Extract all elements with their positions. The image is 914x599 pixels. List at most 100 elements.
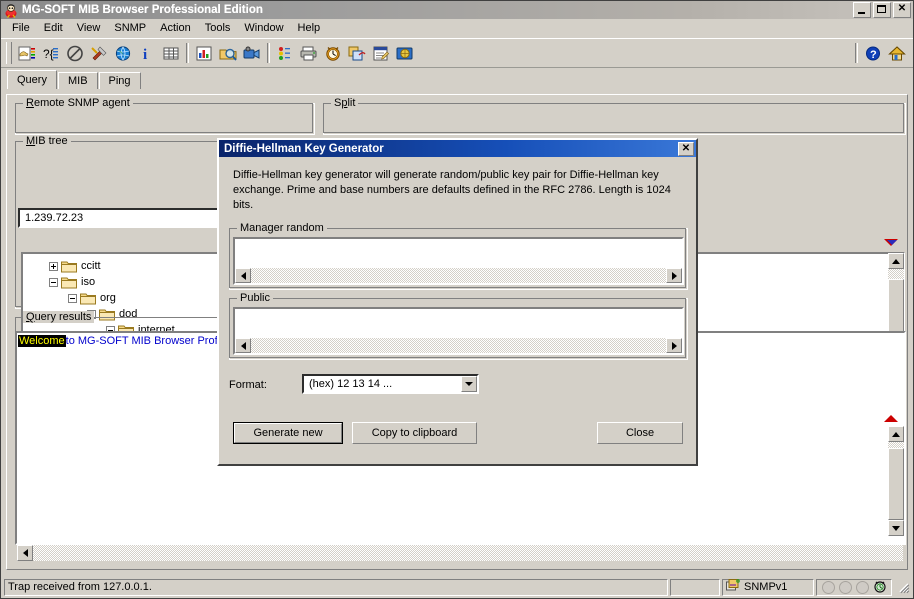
home-icon[interactable]	[885, 41, 909, 65]
info-icon[interactable]: i	[135, 41, 159, 65]
window-controls: ✕	[853, 2, 911, 18]
led-indicator-1	[821, 580, 835, 594]
format-value: (hex) 12 13 14 ...	[309, 378, 393, 390]
scroll-up-button[interactable]	[888, 426, 904, 442]
toolbar-right-group: ?	[852, 41, 909, 65]
compare-icon[interactable]	[345, 41, 369, 65]
scroll-track[interactable]	[251, 268, 666, 283]
application-window: MG-SOFT MIB Browser Professional Edition…	[0, 0, 914, 599]
folder-icon	[61, 260, 77, 273]
tree-node-ccitt[interactable]: ccitt	[49, 258, 101, 274]
chart-icon[interactable]	[192, 41, 216, 65]
title-bar: MG-SOFT MIB Browser Professional Edition…	[1, 1, 913, 19]
tree-node-label: iso	[81, 276, 96, 288]
tab-mib[interactable]: MIB	[57, 72, 98, 89]
world-icon[interactable]	[393, 41, 417, 65]
menu-item-action[interactable]: Action	[153, 20, 198, 36]
query-results-hscrollbar[interactable]	[17, 545, 903, 561]
scroll-track[interactable]	[888, 442, 904, 520]
search-folder-icon[interactable]	[216, 41, 240, 65]
close-button[interactable]: ✕	[893, 2, 911, 18]
tab-strip: Query MIB Ping	[7, 70, 913, 89]
printer-icon[interactable]	[297, 41, 321, 65]
scroll-up-button[interactable]	[888, 253, 904, 269]
scroll-track[interactable]	[251, 338, 666, 353]
menu-item-tools[interactable]: Tools	[198, 20, 238, 36]
menu-item-view[interactable]: View	[70, 20, 108, 36]
svg-text:?{: ?{	[43, 47, 54, 61]
format-label: Format:	[229, 379, 267, 391]
maximize-button[interactable]	[873, 2, 891, 18]
tab-query[interactable]: Query	[7, 70, 57, 89]
public-hscrollbar[interactable]	[235, 338, 682, 353]
status-indicators	[816, 578, 892, 596]
pane-marker-blue-bottom	[887, 417, 897, 422]
globe-icon[interactable]	[111, 41, 135, 65]
clock-icon[interactable]	[321, 41, 345, 65]
query-results-vscrollbar[interactable]	[888, 426, 904, 536]
query-results-highlight: Welcome	[18, 335, 66, 347]
status-snmp-version[interactable]: SNMPv1	[722, 578, 814, 596]
no-entry-icon[interactable]	[63, 41, 87, 65]
table-icon[interactable]	[159, 41, 183, 65]
contact-icon[interactable]	[15, 41, 39, 65]
format-combo[interactable]: (hex) 12 13 14 ...	[302, 374, 479, 394]
status-secondary	[670, 578, 720, 596]
scroll-left-button[interactable]	[235, 338, 251, 353]
svg-text:?: ?	[870, 49, 877, 61]
menu-item-window[interactable]: Window	[237, 20, 290, 36]
status-bar: Trap received from 127.0.0.1. SNMPv1	[2, 577, 912, 597]
scroll-right-button[interactable]	[666, 338, 682, 353]
tree-node-iso[interactable]: iso	[49, 274, 95, 290]
scroll-left-button[interactable]	[17, 545, 33, 561]
scroll-right-button[interactable]	[666, 268, 682, 283]
scroll-down-button[interactable]	[888, 520, 904, 536]
scroll-thumb[interactable]	[888, 448, 904, 520]
split-legend: Split	[331, 97, 359, 109]
toolbar-separator	[267, 43, 270, 63]
collapse-minus-icon[interactable]	[49, 277, 58, 287]
camera-icon[interactable]	[240, 41, 264, 65]
query-results-legend: Query results	[23, 311, 95, 323]
resize-grip[interactable]	[896, 580, 910, 594]
remote-snmp-agent-group: Remote SNMP agent	[15, 97, 315, 135]
manager-random-hscrollbar[interactable]	[235, 268, 682, 283]
scroll-left-button[interactable]	[235, 268, 251, 283]
alarm-clock-icon[interactable]	[873, 579, 887, 596]
query-results-first-line: Welcometo MG-SOFT MIB Browser Profes	[18, 335, 229, 347]
dialog-close-action-button[interactable]: Close	[597, 422, 683, 444]
folder-icon	[80, 292, 96, 305]
tree-node-label: ccitt	[81, 260, 101, 272]
snmp-version-label: SNMPv1	[744, 581, 788, 593]
dialog-title: Diffie-Hellman Key Generator	[224, 142, 384, 155]
notes-icon[interactable]	[369, 41, 393, 65]
dialog-close-button[interactable]: ✕	[678, 141, 694, 156]
tab-ping[interactable]: Ping	[98, 72, 141, 89]
dialog-description: Diffie-Hellman key generator will genera…	[233, 169, 671, 211]
pane-marker-blue-top	[887, 240, 897, 245]
menu-item-file[interactable]: File	[5, 20, 37, 36]
menu-item-snmp[interactable]: SNMP	[107, 20, 153, 36]
copy-to-clipboard-button[interactable]: Copy to clipboard	[352, 422, 477, 444]
remote-snmp-agent-legend: Remote SNMP agent	[23, 97, 133, 109]
menu-item-help[interactable]: Help	[291, 20, 328, 36]
manager-random-legend: Manager random	[237, 222, 327, 234]
menu-bar: File Edit View SNMP Action Tools Window …	[1, 19, 913, 38]
generate-new-button[interactable]: Generate new	[233, 422, 343, 444]
expand-plus-icon[interactable]	[49, 261, 58, 271]
query-icon[interactable]: ?{	[39, 41, 63, 65]
help-icon[interactable]: ?	[861, 41, 885, 65]
collapse-minus-icon[interactable]	[68, 293, 77, 303]
menu-item-edit[interactable]: Edit	[37, 20, 70, 36]
toolbar-grip[interactable]	[6, 42, 12, 64]
tree-node-org[interactable]: org	[68, 290, 116, 306]
scroll-track[interactable]	[33, 545, 903, 561]
chevron-down-icon[interactable]	[461, 376, 477, 392]
led-indicator-3	[855, 580, 869, 594]
minimize-button[interactable]	[853, 2, 871, 18]
traffic-lights-icon[interactable]	[273, 41, 297, 65]
tools-icon[interactable]	[87, 41, 111, 65]
mib-tree-legend: MIB tree	[23, 135, 71, 147]
query-results-text: to MG-SOFT MIB Browser Profes	[65, 335, 230, 347]
window-title: MG-SOFT MIB Browser Professional Edition	[22, 4, 263, 16]
